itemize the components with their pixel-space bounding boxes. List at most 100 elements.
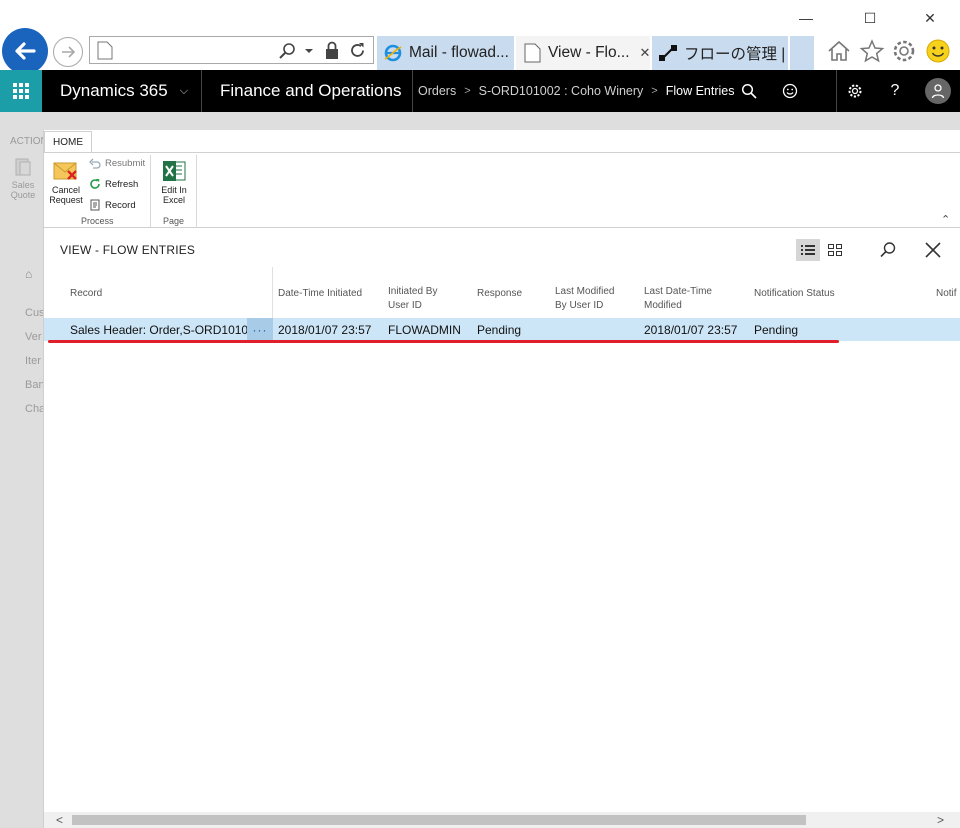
maximize-button[interactable]: ☐ <box>860 8 880 28</box>
close-tab-icon[interactable]: ✕ <box>640 45 650 61</box>
background-item: Iter <box>25 355 41 367</box>
horizontal-scrollbar[interactable]: < > <box>44 812 960 828</box>
tab-label: View - Flo... <box>548 44 630 61</box>
tab-label: フローの管理 | ... <box>684 46 788 63</box>
resubmit-button[interactable]: Resubmit <box>89 154 145 172</box>
page-title: VIEW - FLOW ENTRIES <box>60 243 196 257</box>
panel-close-button[interactable] <box>921 238 945 262</box>
brand-label: Dynamics 365 <box>60 81 168 100</box>
column-header-modified-by[interactable]: Last Modified By User ID <box>555 285 614 313</box>
undo-icon <box>89 158 101 169</box>
forward-button[interactable] <box>53 37 83 67</box>
flow-entries-panel: HOME Cancel Request Resubmit Refresh Rec… <box>43 130 960 828</box>
feedback-button[interactable] <box>772 70 808 112</box>
gear-icon <box>848 84 861 98</box>
user-icon <box>931 84 945 99</box>
dropdown-icon[interactable] <box>304 47 314 55</box>
record-button[interactable]: Record <box>89 196 136 214</box>
browser-chrome: — ☐ ✕ Mail - flowad... View - Flo... ✕ フ… <box>0 0 960 74</box>
background-item: Ver <box>25 331 42 343</box>
background-item: Cus <box>25 307 45 319</box>
module-title[interactable]: Finance and Operations <box>203 70 413 112</box>
record-label: Record <box>105 199 136 211</box>
minimize-button[interactable]: — <box>796 8 816 28</box>
breadcrumb-order[interactable]: S-ORD101002 : Coho Winery <box>479 84 644 98</box>
scroll-right-icon[interactable]: > <box>937 813 944 827</box>
arrow-left-icon <box>15 42 36 60</box>
header-line: Initiated By <box>388 286 438 297</box>
background-quote-label: Quote <box>10 190 36 200</box>
list-view-button[interactable] <box>796 239 820 261</box>
column-header-record[interactable]: Record <box>70 287 102 301</box>
column-divider <box>272 267 273 319</box>
column-header-extra[interactable]: Notif <box>936 287 957 301</box>
tab-mail[interactable]: Mail - flowad... <box>377 36 514 70</box>
search-icon[interactable] <box>278 42 296 60</box>
record-icon <box>90 199 100 211</box>
lock-icon[interactable] <box>324 41 340 60</box>
home-icon[interactable] <box>826 38 852 64</box>
action-ribbon: Cancel Request Resubmit Refresh Record P… <box>44 152 960 228</box>
tab-label: Mail - flowad... <box>409 44 509 61</box>
column-header-initiated[interactable]: Date-Time Initiated <box>278 287 362 301</box>
tab-home[interactable]: HOME <box>44 131 92 153</box>
card-view-button[interactable] <box>823 239 847 261</box>
scrollbar-thumb[interactable] <box>72 815 806 825</box>
brand-menu[interactable]: Dynamics 365 ⌵ <box>42 70 202 112</box>
list-icon <box>801 245 815 255</box>
column-header-response[interactable]: Response <box>477 287 522 301</box>
settings-button[interactable] <box>836 70 872 112</box>
column-header-initiated-by[interactable]: Initiated By User ID <box>388 285 437 313</box>
refresh-icon <box>90 179 100 189</box>
column-header-modified[interactable]: Last Date-Time Modified <box>644 285 712 313</box>
refresh-icon[interactable] <box>348 41 367 60</box>
grid-icon <box>828 244 842 256</box>
module-label: Finance and Operations <box>220 81 402 100</box>
table-row[interactable]: Sales Header: Order,S-ORD101002 ··· 2018… <box>44 318 960 341</box>
address-bar[interactable] <box>89 36 374 64</box>
cell-initiated-by: FLOWADMIN <box>388 323 461 337</box>
page-icon <box>524 43 541 63</box>
help-icon[interactable]: ? <box>877 70 913 112</box>
ie-icon <box>384 44 402 62</box>
avatar[interactable] <box>925 78 951 104</box>
quote-icon <box>15 158 31 176</box>
breadcrumb-orders[interactable]: Orders <box>418 84 456 98</box>
background-quote-label: Sales <box>11 180 35 190</box>
breadcrumb-current: Flow Entries <box>665 84 735 98</box>
smiley-icon <box>782 83 798 99</box>
cell-record[interactable]: Sales Header: Order,S-ORD101002 <box>70 323 261 337</box>
nav-search-button[interactable] <box>731 70 767 112</box>
header-line: Modified <box>644 300 682 311</box>
cancel-label: Request <box>49 195 83 205</box>
cell-initiated: 2018/01/07 23:57 <box>278 323 372 337</box>
star-icon[interactable] <box>859 38 885 64</box>
row-more-button[interactable]: ··· <box>247 318 273 341</box>
waffle-icon <box>13 83 29 99</box>
close-window-button[interactable]: ✕ <box>920 8 940 28</box>
gear-icon[interactable] <box>891 38 917 64</box>
tab-flow[interactable]: フローの管理 | ... <box>652 36 788 70</box>
tab-view[interactable]: View - Flo... ✕ <box>516 36 650 70</box>
scroll-left-icon[interactable]: < <box>56 813 63 827</box>
refresh-button[interactable]: Refresh <box>89 175 138 193</box>
ribbon-divider <box>150 155 151 227</box>
top-navigation: Dynamics 365 ⌵ Finance and Operations Or… <box>0 70 960 112</box>
cancel-request-button[interactable]: Cancel Request <box>48 159 84 205</box>
resubmit-label: Resubmit <box>105 157 146 169</box>
cell-modified: 2018/01/07 23:57 <box>644 323 738 337</box>
background-item: Ban <box>25 379 45 391</box>
panel-search-button[interactable] <box>876 238 900 262</box>
background-sales-quote: Sales Quote <box>8 156 38 200</box>
excel-label: Edit In <box>161 185 187 195</box>
back-button[interactable] <box>2 28 48 74</box>
new-tab-button[interactable] <box>790 36 814 70</box>
chevron-down-icon: ⌵ <box>179 84 189 97</box>
column-header-status[interactable]: Notification Status <box>754 287 835 301</box>
excel-label: Excel <box>162 195 185 205</box>
smiley-icon[interactable] <box>925 38 951 64</box>
group-page-label: Page <box>163 216 185 226</box>
app-launcher-button[interactable] <box>0 70 42 112</box>
collapse-ribbon-icon[interactable]: ⌃ <box>941 213 950 226</box>
edit-in-excel-button[interactable]: Edit In Excel <box>156 159 192 205</box>
